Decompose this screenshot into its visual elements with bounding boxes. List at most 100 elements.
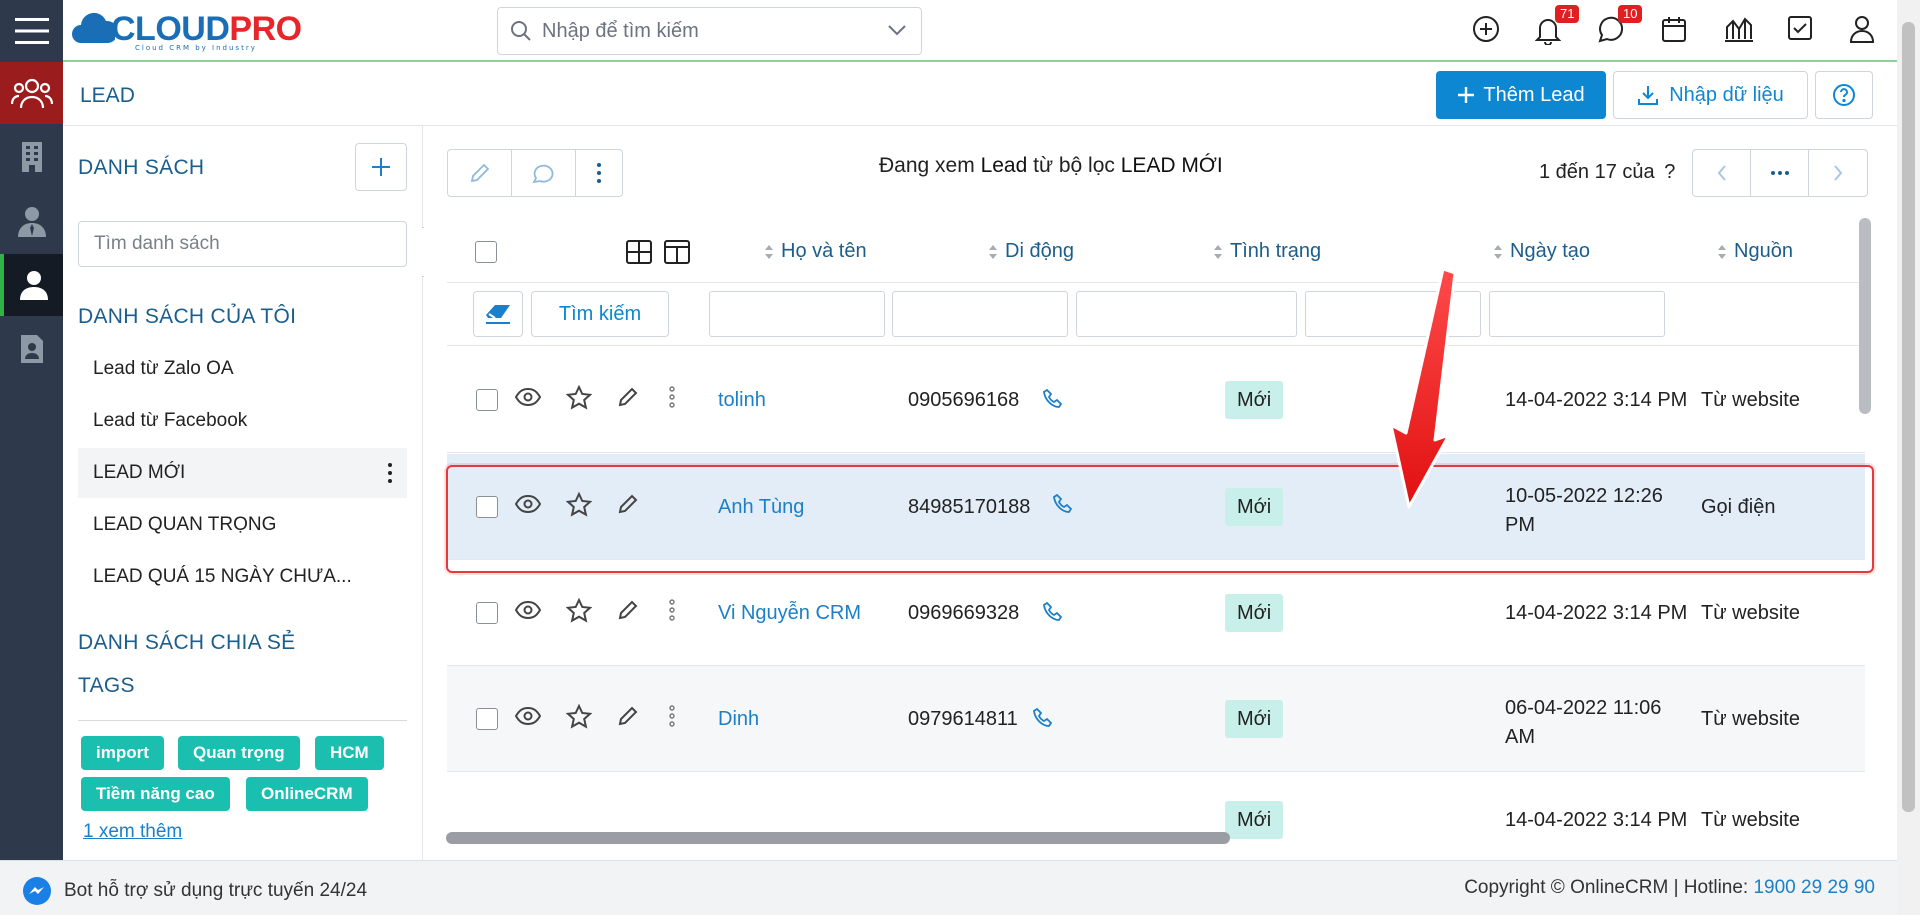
vertical-dots-icon[interactable] <box>669 599 675 621</box>
clear-filters-button[interactable] <box>473 291 523 337</box>
reports-button[interactable] <box>1723 15 1755 43</box>
page-jump-button[interactable] <box>1751 150 1809 196</box>
see-more-tags-link[interactable]: 1 xem thêm <box>83 821 182 843</box>
column-header-source[interactable]: Nguồn <box>1717 240 1793 263</box>
chatbot-link[interactable]: Bot hỗ trợ sử dụng trực tuyến 24/24 <box>22 876 367 906</box>
lead-name-link[interactable]: Anh Tùng <box>718 496 804 519</box>
page-title: LEAD <box>80 84 135 107</box>
chevron-down-icon[interactable] <box>887 23 907 37</box>
column-header-name[interactable]: Họ và tên <box>764 240 867 263</box>
list-item[interactable]: Lead từ Facebook <box>78 396 407 446</box>
bulk-edit-button[interactable] <box>448 150 512 196</box>
table-row-highlighted[interactable]: Anh Tùng 84985170188 Mới 10-05-2022 12:2… <box>447 454 1865 560</box>
lead-name-link[interactable]: Dinh <box>718 708 759 731</box>
row-checkbox[interactable] <box>476 708 498 730</box>
vertical-dots-icon[interactable] <box>669 386 675 408</box>
rail-item-leads[interactable] <box>0 254 63 316</box>
messages-button[interactable]: 10 <box>1598 5 1643 43</box>
grid-view-icon[interactable] <box>626 240 652 264</box>
pagination-total[interactable]: ? <box>1664 161 1675 183</box>
row-checkbox[interactable] <box>476 389 498 411</box>
more-actions-button[interactable] <box>576 150 622 196</box>
filter-search-button[interactable]: Tìm kiếm <box>531 291 669 337</box>
phone-call-icon[interactable] <box>1043 389 1063 409</box>
pencil-icon[interactable] <box>617 705 639 727</box>
phone-call-icon[interactable] <box>1033 708 1053 728</box>
star-icon[interactable] <box>566 598 592 623</box>
rail-item-contacts-person[interactable] <box>0 190 63 252</box>
table-row[interactable]: tolinh 0905696168 Mới 14-04-2022 3:14 PM… <box>447 347 1865 453</box>
column-header-created[interactable]: Ngày tạo <box>1493 240 1590 263</box>
people-group-icon <box>10 78 53 109</box>
global-search[interactable] <box>497 7 922 55</box>
select-all-checkbox[interactable] <box>475 241 497 263</box>
eye-icon[interactable] <box>515 387 541 407</box>
lead-phone: 0979614811 <box>908 708 1018 730</box>
logo-tagline: Cloud CRM by Industry <box>135 44 257 52</box>
table-row[interactable]: Vi Nguyễn CRM 0969669328 Mới 14-04-2022 … <box>447 560 1865 666</box>
pencil-icon[interactable] <box>617 599 639 621</box>
filter-created-input[interactable] <box>1305 291 1481 337</box>
column-header-mobile[interactable]: Di động <box>988 240 1074 263</box>
tag-pill[interactable]: import <box>81 736 164 770</box>
list-item[interactable]: LEAD QUÁ 15 NGÀY CHƯA... <box>78 552 407 602</box>
table-vertical-scrollbar[interactable] <box>1859 218 1871 414</box>
calendar-button[interactable] <box>1661 15 1687 43</box>
notifications-button[interactable]: 71 <box>1535 5 1580 45</box>
filter-source-input[interactable] <box>1489 291 1665 337</box>
list-item[interactable]: LEAD QUAN TRỌNG <box>78 500 407 550</box>
lead-name-link[interactable]: Vi Nguyễn CRM <box>718 602 861 625</box>
lead-name-link[interactable]: tolinh <box>718 389 766 412</box>
next-page-button[interactable] <box>1809 150 1867 196</box>
phone-call-icon[interactable] <box>1053 494 1073 514</box>
eye-icon[interactable] <box>515 600 541 620</box>
column-header-status[interactable]: Tình trạng <box>1213 240 1321 263</box>
list-search-input[interactable] <box>78 221 407 267</box>
phone-call-icon[interactable] <box>1043 602 1063 622</box>
tag-pill[interactable]: Tiềm năng cao <box>81 777 230 811</box>
filter-mobile-input[interactable] <box>892 291 1068 337</box>
rail-item-documents[interactable] <box>0 318 63 380</box>
column-layout-icon[interactable] <box>664 240 690 264</box>
pencil-icon[interactable] <box>617 493 639 515</box>
vertical-dots-icon[interactable] <box>669 705 675 727</box>
quick-create-button[interactable] <box>1472 15 1500 43</box>
hotline-number-link[interactable]: 1900 29 29 90 <box>1753 877 1875 898</box>
page-scrollbar-thumb[interactable] <box>1902 22 1915 812</box>
global-search-input[interactable] <box>542 19 872 43</box>
previous-page-button[interactable] <box>1693 150 1751 196</box>
user-profile-button[interactable] <box>1849 15 1875 43</box>
bulk-comment-button[interactable] <box>512 150 576 196</box>
star-icon[interactable] <box>566 492 592 517</box>
list-item-active[interactable]: LEAD MỚI <box>78 448 407 498</box>
row-checkbox[interactable] <box>476 602 498 624</box>
eye-icon[interactable] <box>515 706 541 726</box>
add-lead-button[interactable]: Thêm Lead <box>1436 71 1606 119</box>
kebab-menu-icon[interactable] <box>387 462 393 484</box>
plus-icon <box>1458 87 1475 103</box>
star-icon[interactable] <box>566 704 592 729</box>
list-item[interactable]: Lead từ Zalo OA <box>78 344 407 394</box>
shared-lists-title[interactable]: DANH SÁCH CHIA SẺ <box>78 631 295 655</box>
table-horizontal-scrollbar[interactable] <box>446 832 1230 844</box>
tag-pill[interactable]: HCM <box>315 736 384 770</box>
filter-status-input[interactable] <box>1076 291 1297 337</box>
rail-item-organizations[interactable] <box>0 126 63 188</box>
cloudpro-logo[interactable]: CLOUD PRO Cloud CRM by Industry <box>71 4 302 54</box>
star-icon[interactable] <box>566 385 592 410</box>
tag-pill[interactable]: OnlineCRM <box>246 777 368 811</box>
help-button[interactable] <box>1815 71 1873 119</box>
import-data-button[interactable]: Nhập dữ liệu <box>1613 71 1808 119</box>
tag-pill[interactable]: Quan trọng <box>178 736 300 770</box>
filter-name-input[interactable] <box>709 291 885 337</box>
filter-row: Tìm kiếm <box>447 283 1865 346</box>
eye-icon[interactable] <box>515 494 541 514</box>
rail-item-contacts[interactable] <box>0 62 63 124</box>
add-list-button[interactable] <box>355 143 407 191</box>
row-checkbox[interactable] <box>476 496 498 518</box>
table-row[interactable]: Dinh 0979614811 Mới 06-04-2022 11:06 AM … <box>447 666 1865 772</box>
pencil-icon[interactable] <box>617 386 639 408</box>
page-scrollbar[interactable] <box>1897 0 1920 915</box>
hamburger-menu-button[interactable] <box>0 0 63 62</box>
tasks-button[interactable] <box>1787 15 1813 41</box>
